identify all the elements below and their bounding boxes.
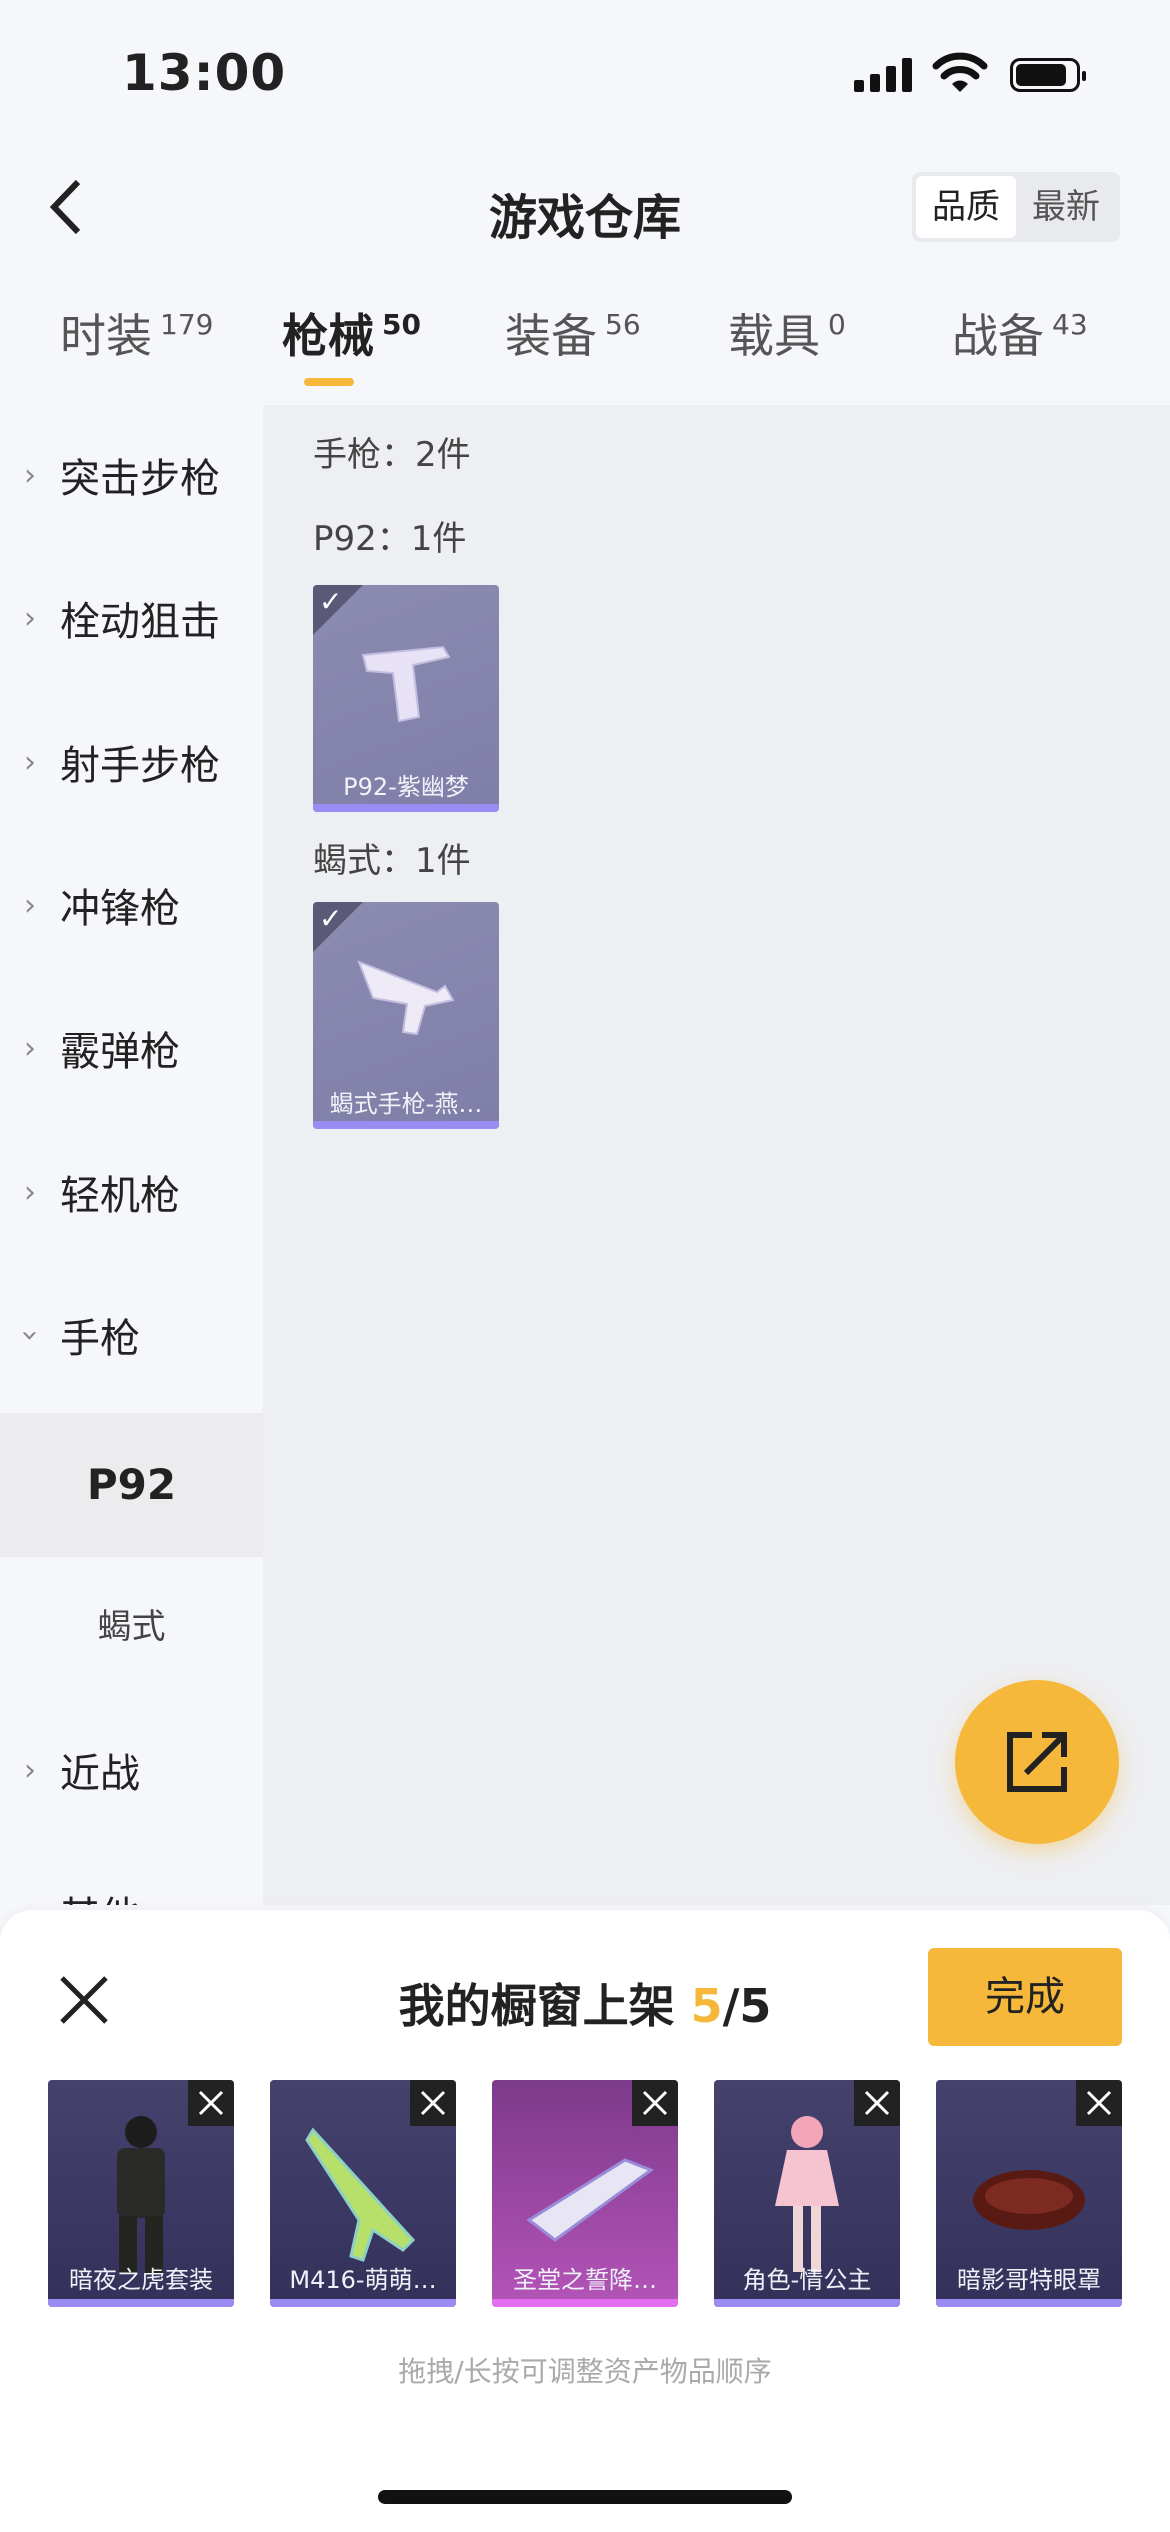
sidebar-item-shotgun[interactable]: › 霰弹枪: [0, 978, 263, 1118]
chevron-right-icon: ›: [24, 457, 36, 493]
group-title-pistol: 手枪：2件: [313, 435, 471, 475]
category-tabs: 时装 179 枪械 50 装备 56 载具 0 战备 43: [0, 300, 1170, 400]
item-card-scorpion[interactable]: ✓ 蝎式手枪-燕…: [313, 902, 499, 1129]
rifle-icon: [305, 2127, 416, 2262]
showcase-item[interactable]: 角色-情公主: [714, 2080, 900, 2307]
pistol-icon: [361, 645, 451, 723]
chevron-right-icon: ›: [24, 887, 36, 923]
showcase-sheet: 我的橱窗上架 5/5 完成 暗夜之虎套装 M416-萌萌… 圣堂之誓降… 角色-…: [0, 1910, 1170, 2532]
tab-vehicles[interactable]: 载具 0: [728, 300, 846, 366]
item-label: M416-萌萌…: [289, 2266, 437, 2294]
tab-equipment[interactable]: 装备 56: [505, 300, 641, 366]
header: 游戏仓库 品质 最新: [0, 160, 1170, 255]
sidebar: › 突击步枪 › 栓动狙击 › 射手步枪 › 冲锋枪 › 霰弹枪 › 轻机枪 › 手枪 P92…: [0, 405, 263, 1905]
item-label: 圣堂之誓降…: [513, 2266, 657, 2294]
sort-latest-button[interactable]: 最新: [1016, 176, 1116, 238]
item-label: 暗夜之虎套装: [69, 2266, 213, 2294]
sheet-hint: 拖拽/长按可调整资产物品顺序: [398, 2355, 772, 2388]
showcase-item[interactable]: 暗影哥特眼罩: [936, 2080, 1122, 2307]
sort-toggle[interactable]: 品质 最新: [912, 172, 1120, 242]
item-card-p92[interactable]: ✓ P92-紫幽梦: [313, 585, 499, 812]
item-label: 暗影哥特眼罩: [957, 2266, 1101, 2294]
status-bar: 13:00: [0, 0, 1170, 150]
sidebar-item-pistol[interactable]: › 手枪: [0, 1265, 263, 1405]
active-tab-indicator: [304, 378, 354, 386]
outfit-icon: [117, 2116, 165, 2274]
count-total: /5: [722, 1979, 772, 2033]
sidebar-item-assault-rifle[interactable]: › 突击步枪: [0, 405, 263, 545]
group-title-scorpion: 蝎式：1件: [313, 841, 471, 881]
check-icon: ✓: [319, 585, 343, 618]
showcase-item[interactable]: 圣堂之誓降…: [492, 2080, 678, 2307]
status-time: 13:00: [122, 44, 287, 102]
showcase-item[interactable]: M416-萌萌…: [270, 2080, 456, 2307]
remove-icon[interactable]: [632, 2080, 678, 2126]
count-current: 5: [690, 1979, 723, 2033]
sidebar-item-other[interactable]: ›其他: [0, 1843, 263, 1905]
sidebar-subitem-p92[interactable]: P92: [0, 1413, 263, 1557]
tab-supplies[interactable]: 战备 43: [952, 300, 1088, 366]
character-icon: [775, 2116, 839, 2272]
external-link-icon: [1007, 1732, 1067, 1792]
sidebar-item-melee[interactable]: › 近战: [0, 1700, 263, 1840]
item-label: 角色-情公主: [742, 2266, 872, 2294]
chevron-down-icon: ›: [12, 1329, 48, 1341]
chevron-right-icon: ›: [24, 744, 36, 780]
chevron-right-icon: ›: [0, 1896, 60, 1906]
cellular-signal-icon: [854, 58, 912, 92]
sidebar-subitem-scorpion[interactable]: 蝎式: [0, 1557, 263, 1697]
home-indicator: [378, 2490, 792, 2504]
sidebar-item-lmg[interactable]: › 轻机枪: [0, 1122, 263, 1262]
chevron-right-icon: ›: [24, 1752, 36, 1788]
remove-icon[interactable]: [410, 2080, 456, 2126]
item-label: 蝎式手枪-燕…: [329, 1090, 483, 1118]
eyepatch-icon: [973, 2170, 1085, 2230]
tab-fashion[interactable]: 时装 179: [60, 300, 213, 366]
chevron-right-icon: ›: [24, 1174, 36, 1210]
tab-guns[interactable]: 枪械 50: [282, 300, 421, 386]
chevron-right-icon: ›: [24, 1030, 36, 1066]
remove-icon[interactable]: [854, 2080, 900, 2126]
wifi-icon: [932, 52, 988, 92]
battery-icon: [1010, 58, 1086, 92]
sort-quality-button[interactable]: 品质: [916, 176, 1016, 238]
remove-icon[interactable]: [1076, 2080, 1122, 2126]
share-fab-button[interactable]: [955, 1680, 1119, 1844]
sidebar-item-bolt-sniper[interactable]: › 栓动狙击: [0, 548, 263, 688]
chevron-right-icon: ›: [24, 600, 36, 636]
sidebar-item-marksman-rifle[interactable]: › 射手步枪: [0, 692, 263, 832]
item-label: P92-紫幽梦: [343, 773, 469, 801]
done-button[interactable]: 完成: [928, 1948, 1122, 2046]
showcase-item[interactable]: 暗夜之虎套装: [48, 2080, 234, 2307]
showcase-items: 暗夜之虎套装 M416-萌萌… 圣堂之誓降… 角色-情公主 暗影哥特眼罩: [48, 2080, 1122, 2307]
sidebar-item-smg[interactable]: › 冲锋枪: [0, 835, 263, 975]
blade-icon: [526, 2158, 655, 2242]
smg-pistol-icon: [357, 960, 455, 1036]
remove-icon[interactable]: [188, 2080, 234, 2126]
group-title-p92: P92：1件: [313, 519, 467, 559]
check-icon: ✓: [319, 902, 343, 935]
